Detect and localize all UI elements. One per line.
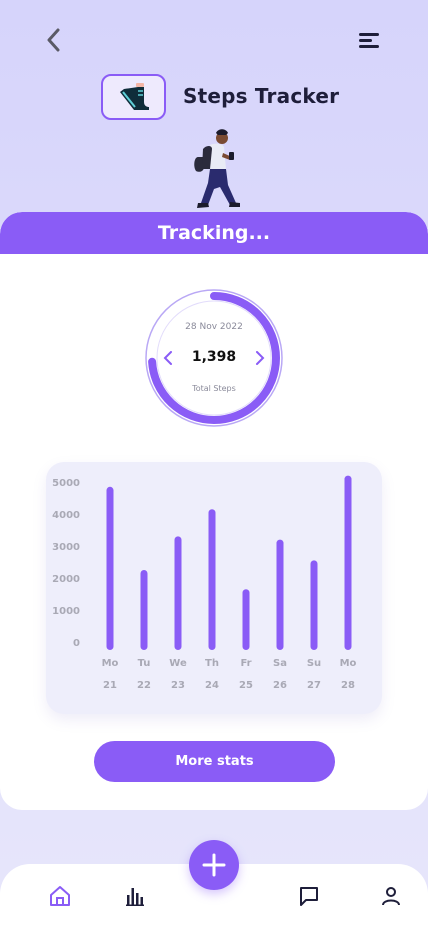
x-date-label: 22 xyxy=(137,680,151,691)
step-progress-ring: 28 Nov 2022 1,398 Total Steps xyxy=(144,288,284,428)
bar-chart: 5000 4000 3000 2000 1000 0 Mo 21 Tu 22 We 23 Th 24 Fr 2… xyxy=(52,475,357,691)
x-day-label: Tu xyxy=(138,658,151,669)
nav-stats[interactable] xyxy=(121,882,149,910)
shoe-icon xyxy=(119,83,149,110)
top-bar xyxy=(0,0,428,80)
y-tick-label: 2000 xyxy=(52,574,80,585)
nav-profile[interactable] xyxy=(377,882,405,910)
back-button[interactable] xyxy=(40,26,68,54)
card-header-label: Tracking... xyxy=(157,222,271,244)
y-tick-label: 4000 xyxy=(52,510,80,521)
chevron-right-icon xyxy=(256,351,265,365)
total-steps-label: Total Steps xyxy=(192,384,236,393)
x-date-label: 26 xyxy=(273,680,287,691)
x-date-label: 23 xyxy=(171,680,185,691)
chart-icon xyxy=(126,888,144,906)
menu-button[interactable] xyxy=(356,28,382,54)
weekly-steps-chart: 5000 4000 3000 2000 1000 0 Mo 21 Tu 22 We 23 Th 24 Fr 2… xyxy=(46,462,382,714)
nav-messages[interactable] xyxy=(295,882,323,910)
page-title: Steps Tracker xyxy=(183,84,340,108)
chart-bar[interactable] xyxy=(242,589,250,650)
card-header: Tracking... xyxy=(0,212,428,254)
y-tick-label: 5000 xyxy=(52,478,80,489)
add-button[interactable] xyxy=(189,840,239,890)
chart-bar[interactable] xyxy=(310,560,318,650)
home-icon xyxy=(50,886,70,906)
y-tick-label: 3000 xyxy=(52,542,80,553)
ring-date: 28 Nov 2022 xyxy=(185,322,243,332)
x-day-label: Mo xyxy=(340,658,357,669)
next-day-button[interactable] xyxy=(252,348,268,368)
x-day-label: Fr xyxy=(240,658,251,669)
tracking-card: Tracking... 28 Nov 2022 1,398 Total Step… xyxy=(0,212,428,810)
chart-bar[interactable] xyxy=(106,486,114,650)
x-date-label: 21 xyxy=(103,680,117,691)
menu-icon-line xyxy=(359,45,379,48)
nav-home[interactable] xyxy=(46,882,74,910)
x-date-label: 24 xyxy=(205,680,219,691)
more-stats-button[interactable]: More stats xyxy=(94,741,335,782)
walking-person-illustration xyxy=(194,129,240,208)
x-day-label: We xyxy=(169,658,187,669)
message-icon xyxy=(300,887,318,906)
x-date-label: 27 xyxy=(307,680,321,691)
menu-icon xyxy=(359,33,379,36)
y-tick-label: 1000 xyxy=(52,606,80,617)
profile-icon xyxy=(382,887,400,906)
x-date-label: 28 xyxy=(341,680,355,691)
chart-bar[interactable] xyxy=(344,475,352,650)
chart-bar[interactable] xyxy=(140,570,148,650)
chart-bar[interactable] xyxy=(174,536,182,650)
chart-bar[interactable] xyxy=(276,539,284,650)
menu-icon-line xyxy=(359,39,372,42)
x-day-label: Mo xyxy=(102,658,119,669)
x-date-label: 25 xyxy=(239,680,253,691)
app-logo xyxy=(101,74,166,120)
chart-bar[interactable] xyxy=(208,509,216,650)
x-day-label: Su xyxy=(307,658,321,669)
plus-icon xyxy=(202,853,226,877)
x-day-label: Th xyxy=(205,658,219,669)
y-tick-label: 0 xyxy=(73,638,80,649)
chevron-left-icon xyxy=(47,28,60,52)
x-day-label: Sa xyxy=(273,658,287,669)
